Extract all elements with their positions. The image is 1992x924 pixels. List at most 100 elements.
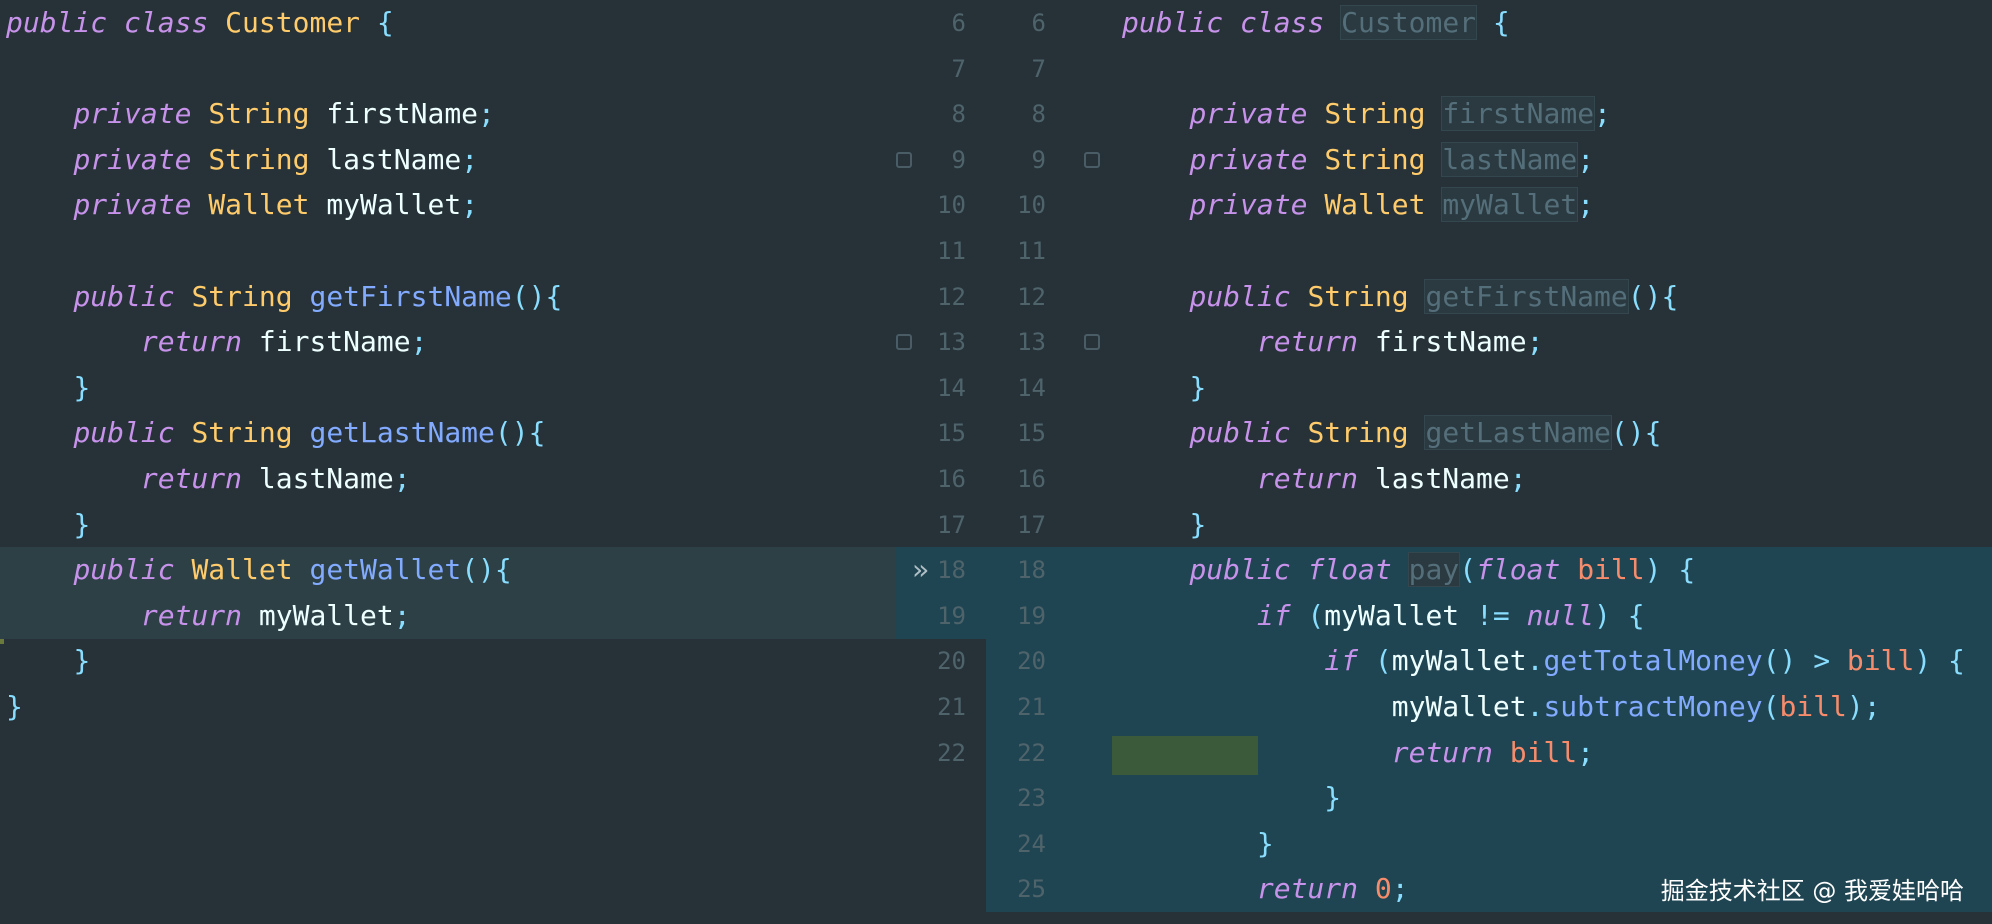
gutter-line-number-right: 25	[1017, 875, 1046, 904]
code-token: (){	[511, 279, 563, 313]
code-line[interactable]: private Wallet myWallet;	[0, 182, 896, 228]
code-token: (	[1459, 553, 1477, 587]
code-token: public	[73, 416, 175, 450]
code-token: ;	[1526, 325, 1544, 359]
code-token: ;	[1577, 142, 1595, 176]
code-token: if	[1324, 644, 1359, 678]
code-token: lastName	[1358, 462, 1510, 495]
code-token: firstName	[309, 97, 479, 131]
apply-change-arrow-icon[interactable]: »	[912, 547, 929, 593]
fold-icon[interactable]	[896, 334, 912, 351]
code-line[interactable]	[1112, 228, 1992, 274]
code-token: pay	[1407, 552, 1461, 588]
code-line[interactable]: public class Customer {	[0, 0, 896, 46]
code-line[interactable]: public String getFirstName(){	[1112, 274, 1992, 320]
code-line[interactable]: return firstName;	[1112, 319, 1992, 365]
code-token: firstName	[1441, 96, 1596, 132]
code-token: bill	[1779, 690, 1847, 723]
code-token: String	[1307, 416, 1409, 450]
code-token: ;	[478, 97, 495, 131]
code-line[interactable]: private String lastName;	[0, 137, 896, 183]
code-line[interactable]: return lastName;	[0, 456, 896, 502]
code-token: }	[73, 644, 91, 678]
code-line[interactable]: }	[1112, 365, 1992, 411]
code-line[interactable]: return myWallet;	[0, 592, 896, 639]
code-line[interactable]: if (myWallet.getTotalMoney() > bill) {	[1112, 638, 1992, 685]
code-line[interactable]: public String getLastName(){	[0, 410, 896, 456]
code-token: myWallet	[242, 598, 394, 632]
code-token: private	[1189, 188, 1308, 222]
code-line[interactable]	[0, 228, 896, 274]
left-editor-pane[interactable]: public class Customer { private String f…	[0, 0, 896, 924]
code-line[interactable]: if (myWallet != null) {	[1112, 592, 1992, 639]
code-token: float	[1307, 553, 1392, 587]
code-line[interactable]: myWallet.subtractMoney(bill);	[1112, 684, 1992, 730]
code-line[interactable]: }	[0, 502, 896, 548]
code-line[interactable]	[0, 46, 896, 92]
code-token: myWallet	[1391, 644, 1527, 678]
code-token: float	[1476, 553, 1561, 587]
code-token: Wallet	[1324, 188, 1426, 222]
code-token: private	[1189, 97, 1308, 131]
code-line[interactable]: return firstName;	[0, 319, 896, 365]
code-line[interactable]: public String getFirstName(){	[0, 274, 896, 320]
code-line[interactable]	[1112, 46, 1992, 92]
code-line[interactable]: private String firstName;	[0, 91, 896, 137]
code-token: ;	[410, 325, 428, 359]
code-token: }	[6, 690, 23, 723]
code-token: String	[1324, 97, 1426, 131]
code-line[interactable]: }	[0, 638, 896, 684]
code-token: 0	[1374, 872, 1392, 906]
code-token: getFirstName	[309, 279, 512, 313]
code-token: private	[1189, 142, 1308, 176]
code-token: (	[1290, 598, 1325, 632]
code-line[interactable]: public String getLastName(){	[1112, 410, 1992, 456]
code-token: return	[1256, 462, 1359, 495]
code-token: String	[191, 416, 293, 450]
code-token: }	[73, 507, 91, 541]
gutter-line-number-right: 10	[1017, 191, 1046, 220]
right-editor-pane[interactable]: public class Customer { private String f…	[1112, 0, 1992, 924]
fold-icon[interactable]	[896, 151, 912, 168]
code-line[interactable]: public Wallet getWallet(){	[0, 547, 896, 594]
code-line[interactable]: }	[0, 365, 896, 411]
fold-icon[interactable]	[1084, 334, 1100, 351]
code-line[interactable]: }	[1112, 775, 1992, 822]
code-line[interactable]: public class Customer {	[1112, 0, 1992, 46]
code-line[interactable]: }	[0, 684, 896, 730]
code-line[interactable]: }	[1112, 502, 1992, 548]
code-token: }	[1324, 781, 1342, 815]
code-line[interactable]: private String lastName;	[1112, 137, 1992, 183]
gutter-line-number-right: 6	[1031, 9, 1046, 37]
code-line[interactable]: private String firstName;	[1112, 91, 1992, 137]
gutter-line-number-left: 6	[951, 9, 966, 37]
code-token: }	[1189, 507, 1207, 541]
code-line[interactable]: }	[1112, 820, 1992, 867]
fold-icon[interactable]	[1084, 151, 1100, 168]
code-token: public	[1122, 6, 1224, 39]
code-token: getFirstName	[1424, 278, 1629, 314]
code-token: .	[1526, 644, 1544, 678]
code-token: public	[73, 279, 175, 313]
code-line[interactable]: public float pay(float bill) {	[1112, 547, 1992, 594]
gutter-line-number-right: 9	[1031, 145, 1046, 174]
gutter-line-number-right: 22	[1017, 738, 1046, 767]
code-line[interactable]: return lastName;	[1112, 456, 1992, 502]
code-line[interactable]: private Wallet myWallet;	[1112, 182, 1992, 228]
code-token: return	[1256, 325, 1359, 359]
